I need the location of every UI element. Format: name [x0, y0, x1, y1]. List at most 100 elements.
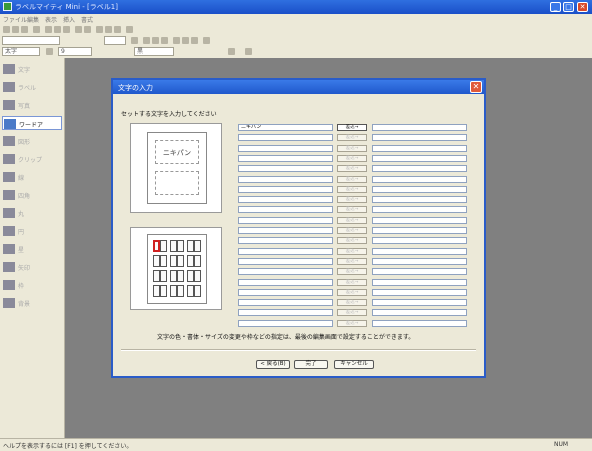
label-cell[interactable] [153, 270, 160, 282]
undo-icon[interactable] [75, 26, 82, 33]
finish-button[interactable]: 完了 [294, 360, 328, 369]
text-entry-field[interactable] [238, 185, 333, 193]
label-cell[interactable] [160, 285, 167, 297]
insert-button[interactable]: 差込→ [337, 288, 367, 296]
text-target-field[interactable] [372, 185, 467, 193]
sidebar-item-label[interactable]: ラベル [2, 80, 62, 94]
text-target-field[interactable] [372, 216, 467, 224]
label-cell[interactable] [187, 270, 194, 282]
insert-button[interactable]: 差込→ [337, 175, 367, 183]
label-cell[interactable] [177, 270, 184, 282]
new-icon[interactable] [3, 26, 10, 33]
text-entry-field[interactable] [238, 237, 333, 245]
text-target-field[interactable] [372, 227, 467, 234]
dialog-close-button[interactable]: ✕ [470, 81, 482, 93]
sidebar-item-clip[interactable]: クリップ [2, 152, 62, 166]
insert-button[interactable]: 差込→ [337, 185, 367, 193]
text-target-field[interactable] [372, 124, 467, 131]
text-entry-field[interactable] [238, 299, 333, 307]
sidebar-item-rect[interactable]: 四角 [2, 188, 62, 202]
insert-button[interactable]: 差込→ [337, 227, 367, 234]
insert-button[interactable]: 差込→ [337, 165, 367, 173]
underline-icon[interactable] [161, 37, 168, 44]
sidebar-item-ellipse[interactable]: 円 [2, 224, 62, 238]
insert-button[interactable]: 差込→ [337, 144, 367, 152]
text-target-field[interactable] [372, 165, 467, 173]
cut-icon[interactable] [45, 26, 52, 33]
help-icon[interactable] [126, 26, 133, 33]
text-entry-field[interactable] [238, 165, 333, 173]
text-entry-field[interactable] [238, 154, 333, 162]
text-target-field[interactable] [372, 319, 467, 327]
dialog-titlebar[interactable]: 文字の入力 ✕ [113, 80, 484, 94]
style-color-combo[interactable]: 黒 [134, 47, 174, 56]
insert-button[interactable]: 差込→ [337, 299, 367, 307]
font-size-combo[interactable] [104, 36, 126, 45]
menu-view[interactable]: 表示 [45, 15, 57, 24]
label-cell[interactable] [177, 255, 184, 267]
insert-button[interactable]: 差込→ [337, 124, 367, 131]
menu-format[interactable]: 書式 [81, 15, 93, 24]
text-target-field[interactable] [372, 309, 467, 317]
text-target-field[interactable] [372, 299, 467, 307]
print-icon[interactable] [33, 26, 40, 33]
text-entry-field[interactable] [238, 309, 333, 317]
maximize-button[interactable]: □ [563, 2, 574, 12]
text-entry-field[interactable] [238, 247, 333, 255]
text-target-field[interactable] [372, 144, 467, 152]
insert-button[interactable]: 差込→ [337, 154, 367, 162]
text-entry-field[interactable] [238, 278, 333, 286]
sidebar-item-photo[interactable]: 写真 [2, 98, 62, 112]
insert-button[interactable]: 差込→ [337, 247, 367, 255]
sidebar-item-line[interactable]: 線 [2, 170, 62, 184]
text-entry-field[interactable] [238, 268, 333, 276]
insert-button[interactable]: 差込→ [337, 216, 367, 224]
text-entry-field[interactable] [238, 144, 333, 152]
insert-button[interactable]: 差込→ [337, 257, 367, 265]
align-right-icon[interactable] [191, 37, 198, 44]
back-button[interactable]: < 戻る(B) [256, 360, 290, 369]
align-center-icon[interactable] [182, 37, 189, 44]
label-cell[interactable] [177, 285, 184, 297]
cancel-button[interactable]: キャンセル [334, 360, 374, 369]
text-target-field[interactable] [372, 237, 467, 245]
label-cell[interactable] [170, 240, 177, 252]
label-cell[interactable] [170, 285, 177, 297]
text-target-field[interactable] [372, 206, 467, 214]
insert-button[interactable]: 差込→ [337, 319, 367, 327]
text-target-field[interactable] [372, 175, 467, 183]
bold-icon[interactable] [143, 37, 150, 44]
sidebar-item-circle[interactable]: 丸 [2, 206, 62, 220]
text-entry-field[interactable] [238, 175, 333, 183]
font-name-combo[interactable] [2, 36, 60, 45]
selected-label-cell[interactable] [153, 240, 160, 252]
menu-edit[interactable]: 編集 [27, 15, 39, 24]
minimize-button[interactable]: _ [550, 2, 561, 12]
text-entry-field[interactable]: ニキパン [238, 124, 333, 131]
text-target-field[interactable] [372, 288, 467, 296]
sidebar-item-arrow[interactable]: 矢印 [2, 260, 62, 274]
save-icon[interactable] [21, 26, 28, 33]
label-cell[interactable] [194, 255, 201, 267]
menu-file[interactable]: ファイル [3, 15, 27, 24]
text-target-field[interactable] [372, 247, 467, 255]
label-cell[interactable] [170, 270, 177, 282]
pen-icon[interactable] [46, 48, 53, 55]
italic-icon[interactable] [152, 37, 159, 44]
sidebar-item-background[interactable]: 背景 [2, 296, 62, 310]
label-cell[interactable] [187, 285, 194, 297]
label-cell[interactable] [194, 285, 201, 297]
text-color-icon[interactable] [131, 37, 138, 44]
label-cell[interactable] [160, 240, 167, 252]
label-cell[interactable] [153, 255, 160, 267]
text-target-field[interactable] [372, 257, 467, 265]
layout-icon[interactable] [114, 26, 121, 33]
text-entry-field[interactable] [238, 227, 333, 234]
label-cell[interactable] [187, 240, 194, 252]
text-target-field[interactable] [372, 154, 467, 162]
label-cell[interactable] [170, 255, 177, 267]
insert-button[interactable]: 差込→ [337, 196, 367, 204]
text-target-field[interactable] [372, 134, 467, 142]
vertical-text-icon[interactable] [203, 37, 210, 44]
window-titlebar[interactable]: ラベルマイティ Mini - [ラベル1] _ □ ✕ [0, 0, 592, 14]
